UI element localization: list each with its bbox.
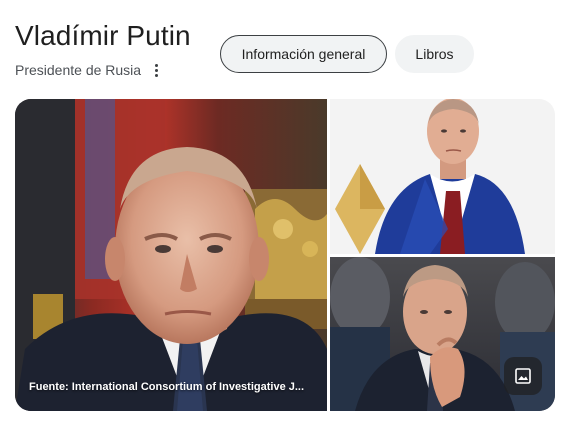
entity-title: Vladímir Putin (15, 20, 191, 51)
image-gallery: Fuente: International Consortium of Inve… (15, 99, 555, 411)
image-icon[interactable] (504, 357, 542, 395)
blue-suit-photo[interactable] (330, 99, 555, 254)
main-photo[interactable] (15, 99, 327, 411)
image-icon-glyph (515, 368, 531, 384)
entity-description: Presidente de Rusia (15, 62, 142, 78)
entity-subtitle-row: Presidente de Rusia (15, 60, 161, 80)
image-source-caption[interactable]: Fuente: International Consortium of Inve… (29, 381, 304, 393)
tab-libros[interactable]: Libros (395, 35, 474, 73)
tab-informacion-general[interactable]: Información general (220, 35, 387, 73)
more-options-icon[interactable] (151, 60, 161, 80)
